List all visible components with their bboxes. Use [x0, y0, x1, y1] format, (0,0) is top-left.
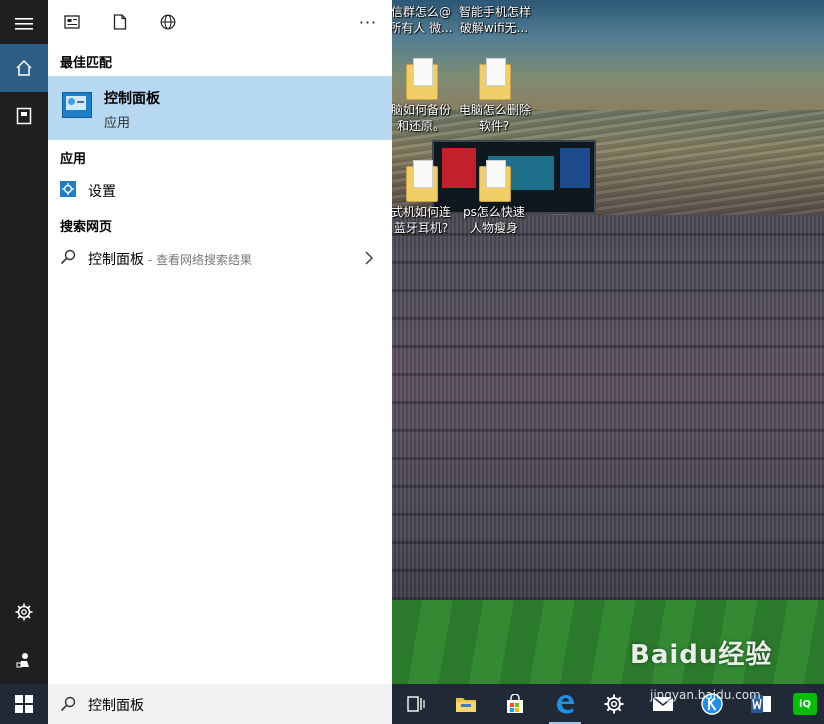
desktop-icon-label: 所有人 微...: [389, 21, 453, 35]
desktop-icon[interactable]: 智能手机怎样 破解wifi无...: [459, 4, 532, 36]
start-search-panel: ··· 最佳匹配 控制面板 应用 应用 设置 搜索网页 控制面板 - 查看网络搜…: [48, 0, 392, 684]
desktop-icon-label: 蓝牙耳机?: [393, 221, 449, 235]
chevron-right-icon: [364, 250, 374, 269]
settings-icon[interactable]: [590, 684, 638, 724]
best-match-item[interactable]: 控制面板 应用: [48, 76, 392, 140]
wallpaper-sky: [392, 0, 824, 110]
desktop-icon-label: 脑如何备份: [390, 103, 451, 117]
desktop-icon-label: 破解wifi无...: [459, 21, 529, 35]
taskbar-search-box[interactable]: 控制面板: [48, 684, 392, 724]
task-view-icon[interactable]: [392, 684, 440, 724]
notebook-icon[interactable]: [0, 92, 48, 140]
more-icon[interactable]: ···: [354, 8, 382, 36]
start-rail: [0, 0, 48, 684]
desktop-icon[interactable]: 脑如何备份 和还原。: [386, 58, 456, 134]
search-input[interactable]: 控制面板: [88, 695, 144, 715]
watermark-logo: Baidu经验: [630, 640, 773, 670]
desktop-icon[interactable]: 式机如何连 蓝牙耳机?: [386, 160, 456, 236]
news-icon[interactable]: [58, 8, 86, 36]
desktop-wallpaper: [392, 0, 824, 684]
web-search-query: 控制面板: [88, 252, 144, 268]
folder-icon: [406, 160, 438, 202]
app-item-label: 设置: [88, 184, 116, 200]
folder-icon: [406, 58, 438, 100]
search-icon: [60, 249, 76, 269]
desktop-icon-label: 式机如何连: [390, 205, 451, 219]
windows-logo-icon: [15, 695, 33, 713]
wallpaper-stands: [392, 215, 824, 600]
desktop-icon[interactable]: 电脑怎么删除 软件?: [459, 58, 532, 134]
desktop-icon[interactable]: ps怎么快速 人物瘦身: [459, 160, 529, 236]
web-search-item[interactable]: 控制面板 - 查看网络搜索结果: [48, 241, 392, 275]
file-explorer-icon[interactable]: [442, 684, 490, 724]
web-search-hint: - 查看网络搜索结果: [144, 253, 252, 267]
desktop-icon-label: 和还原。: [396, 119, 445, 133]
best-match-header: 最佳匹配: [60, 56, 113, 71]
desktop-icon-label: 软件?: [478, 119, 510, 133]
desktop-icon-label: 人物瘦身: [469, 221, 518, 235]
home-icon[interactable]: [0, 44, 48, 92]
document-icon[interactable]: [106, 8, 134, 36]
apps-header: 应用: [60, 152, 87, 167]
best-match-subtitle: 应用: [104, 116, 131, 131]
start-button[interactable]: [0, 684, 48, 724]
web-search-text: 控制面板 - 查看网络搜索结果: [88, 249, 252, 269]
folder-icon: [479, 160, 511, 202]
menu-icon[interactable]: [0, 0, 48, 48]
control-panel-icon: [62, 92, 92, 118]
watermark-url: jingyan.baidu.com: [650, 688, 761, 702]
globe-icon[interactable]: [154, 8, 182, 36]
desktop-icon-label: ps怎么快速: [463, 205, 525, 219]
edge-icon[interactable]: [541, 684, 589, 724]
store-icon[interactable]: [491, 684, 539, 724]
web-header: 搜索网页: [60, 220, 113, 235]
gear-icon: [60, 181, 76, 197]
search-icon: [60, 696, 76, 716]
app-item-settings[interactable]: 设置: [48, 173, 392, 207]
desktop-icon[interactable]: 信群怎么@ 所有人 微...: [386, 4, 456, 36]
iqiyi-icon[interactable]: iQ: [786, 684, 824, 724]
desktop-icon-label: 电脑怎么删除: [459, 103, 532, 117]
desktop-icon-label: 信群怎么@: [390, 5, 451, 19]
feedback-icon[interactable]: [0, 636, 48, 684]
settings-icon[interactable]: [0, 588, 48, 636]
desktop-icon-label: 智能手机怎样: [459, 5, 532, 19]
folder-icon: [479, 58, 511, 100]
best-match-title: 控制面板: [104, 91, 160, 107]
